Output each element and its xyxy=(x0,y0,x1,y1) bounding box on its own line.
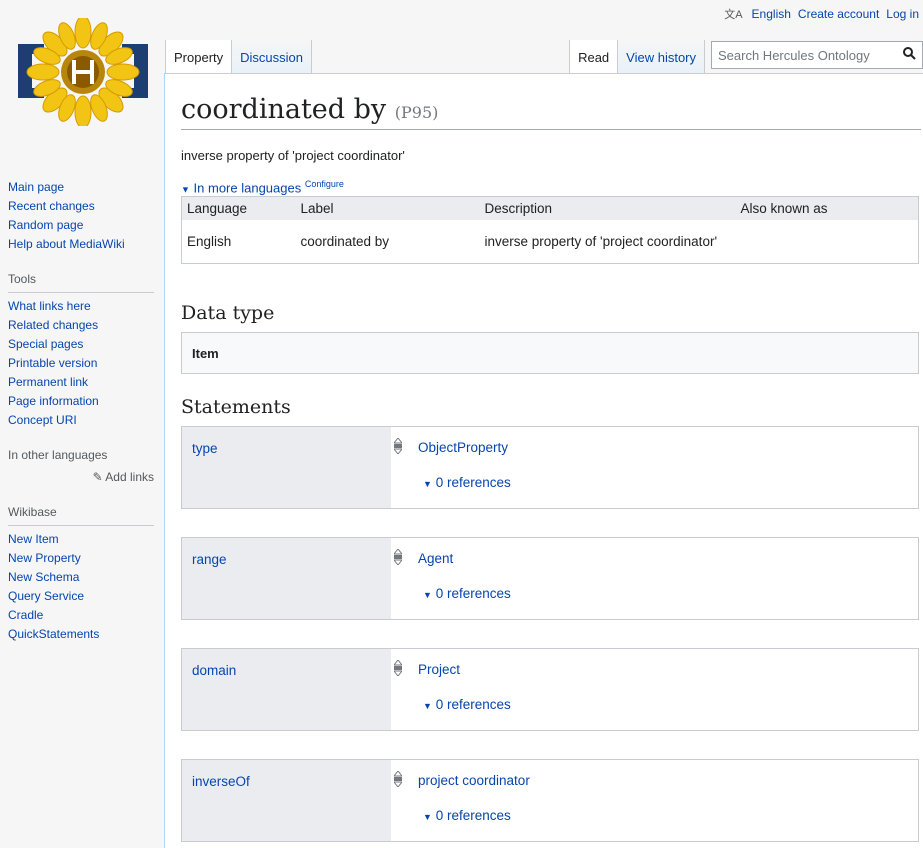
sidebar-item-page-information[interactable]: Page information xyxy=(8,394,99,408)
references-toggle[interactable]: ▼ 0 references xyxy=(423,475,511,490)
sidebar-item-recent-changes[interactable]: Recent changes xyxy=(8,199,95,213)
statement-property[interactable]: type xyxy=(192,441,218,456)
sidebar-item-special-pages[interactable]: Special pages xyxy=(8,337,83,351)
statement-value[interactable]: Project xyxy=(418,662,460,677)
sidebar-item-quickstatements[interactable]: QuickStatements xyxy=(8,627,99,641)
references-toggle[interactable]: ▼ 0 references xyxy=(423,808,511,823)
tab-read[interactable]: Read xyxy=(569,40,619,73)
statement-property[interactable]: domain xyxy=(192,663,236,678)
more-languages-toggle[interactable]: ▼ In more languages Configure xyxy=(181,179,923,195)
sidebar-item-help[interactable]: Help about MediaWiki xyxy=(8,237,125,251)
page-title: coordinated by (P95) xyxy=(181,94,921,130)
sidebar-item-new-item[interactable]: New Item xyxy=(8,532,59,546)
triangle-down-icon: ▼ xyxy=(423,590,432,601)
wikibase-heading: Wikibase xyxy=(8,503,154,526)
site-logo[interactable] xyxy=(14,15,152,129)
sidebar-item-cradle[interactable]: Cradle xyxy=(8,608,43,622)
pencil-icon: ✎ xyxy=(92,470,103,484)
tab-discussion[interactable]: Discussion xyxy=(232,40,312,73)
datatype-heading: Data type xyxy=(181,302,275,325)
sidebar-item-main-page[interactable]: Main page xyxy=(8,180,64,194)
search-input[interactable]: Search Hercules Ontology xyxy=(711,41,923,69)
references-label: 0 references xyxy=(435,697,511,713)
sidebar-item-related-changes[interactable]: Related changes xyxy=(8,318,98,332)
cell-language: English xyxy=(187,234,232,250)
tab-view-history[interactable]: View history xyxy=(618,40,705,73)
cell-label: coordinated by xyxy=(300,234,390,250)
statement-value[interactable]: ObjectProperty xyxy=(418,440,508,455)
cell-aliases xyxy=(736,220,919,264)
references-label: 0 references xyxy=(435,475,511,491)
statement-group-domain: domain Project ▼ 0 references xyxy=(181,648,919,732)
statement-value[interactable]: project coordinator xyxy=(418,773,530,788)
property-id: (P95) xyxy=(394,103,439,122)
statement-group-type: type ObjectProperty ▼ 0 references xyxy=(181,426,919,510)
terms-table: Language Label Description Also known as… xyxy=(181,196,919,265)
cell-description: inverse property of 'project coordinator… xyxy=(484,234,718,250)
sidebar-item-printable-version[interactable]: Printable version xyxy=(8,356,97,370)
references-toggle[interactable]: ▼ 0 references xyxy=(423,586,511,601)
references-toggle[interactable]: ▼ 0 references xyxy=(423,697,511,712)
more-languages-label: In more languages xyxy=(193,180,302,196)
sidebar-item-permanent-link[interactable]: Permanent link xyxy=(8,375,88,389)
namespace-tabs: Property Discussion xyxy=(165,40,312,73)
view-tabs: Read View history Search Hercules Ontolo… xyxy=(569,40,923,73)
search-icon[interactable] xyxy=(903,47,916,63)
sidebar-item-random-page[interactable]: Random page xyxy=(8,218,83,232)
tab-property[interactable]: Property xyxy=(165,40,233,73)
statement-property[interactable]: range xyxy=(192,552,227,567)
statement-property[interactable]: inverseOf xyxy=(192,774,250,789)
header-aliases: Also known as xyxy=(735,196,919,221)
navigation-portal: Main page Recent changes Random page Hel… xyxy=(8,178,154,254)
header-description: Description xyxy=(479,196,736,221)
login-link[interactable]: Log in xyxy=(886,7,919,21)
configure-link[interactable]: Configure xyxy=(305,179,344,189)
add-links-label: Add links xyxy=(105,470,154,484)
main-content: coordinated by (P95) inverse property of… xyxy=(164,73,923,848)
page-title-label: coordinated by xyxy=(181,94,387,125)
languages-portal: In other languages ✎ Add links xyxy=(8,446,154,487)
add-links[interactable]: ✎ Add links xyxy=(8,468,154,487)
create-account-link[interactable]: Create account xyxy=(798,7,879,21)
page-description: inverse property of 'project coordinator… xyxy=(181,148,405,163)
triangle-down-icon: ▼ xyxy=(181,184,190,195)
sidebar-item-new-schema[interactable]: New Schema xyxy=(8,570,79,584)
statement-value[interactable]: Agent xyxy=(418,551,453,566)
datatype-value: Item xyxy=(181,332,919,375)
statement-group-range: range Agent ▼ 0 references xyxy=(181,537,919,621)
search-placeholder: Search Hercules Ontology xyxy=(718,47,870,63)
header-label: Label xyxy=(295,196,480,221)
language-icon[interactable]: 文A xyxy=(724,6,742,22)
table-row: English coordinated by inverse property … xyxy=(182,220,919,264)
languages-heading: In other languages xyxy=(8,448,108,462)
wikibase-portal: Wikibase New Item New Property New Schem… xyxy=(8,503,154,644)
rank-icon[interactable] xyxy=(394,771,402,788)
header-language: Language xyxy=(181,196,296,221)
references-label: 0 references xyxy=(435,586,511,602)
statements-heading: Statements xyxy=(181,396,291,419)
personal-tools: 文A English Create account Log in xyxy=(724,6,919,22)
statement-group-inverseof: inverseOf project coordinator ▼ 0 refere… xyxy=(181,759,919,843)
triangle-down-icon: ▼ xyxy=(423,812,432,823)
triangle-down-icon: ▼ xyxy=(423,701,432,712)
rank-icon[interactable] xyxy=(394,549,402,566)
sidebar: Main page Recent changes Random page Hel… xyxy=(0,178,164,644)
references-label: 0 references xyxy=(435,808,511,824)
tools-heading: Tools xyxy=(8,270,154,293)
triangle-down-icon: ▼ xyxy=(423,479,432,490)
rank-icon[interactable] xyxy=(394,660,402,677)
rank-icon[interactable] xyxy=(394,438,402,455)
sidebar-item-what-links-here[interactable]: What links here xyxy=(8,299,91,313)
sidebar-item-query-service[interactable]: Query Service xyxy=(8,589,84,603)
language-link[interactable]: English xyxy=(752,7,791,21)
sidebar-item-concept-uri[interactable]: Concept URI xyxy=(8,413,77,427)
tools-portal: Tools What links here Related changes Sp… xyxy=(8,270,154,430)
sidebar-item-new-property[interactable]: New Property xyxy=(8,551,81,565)
